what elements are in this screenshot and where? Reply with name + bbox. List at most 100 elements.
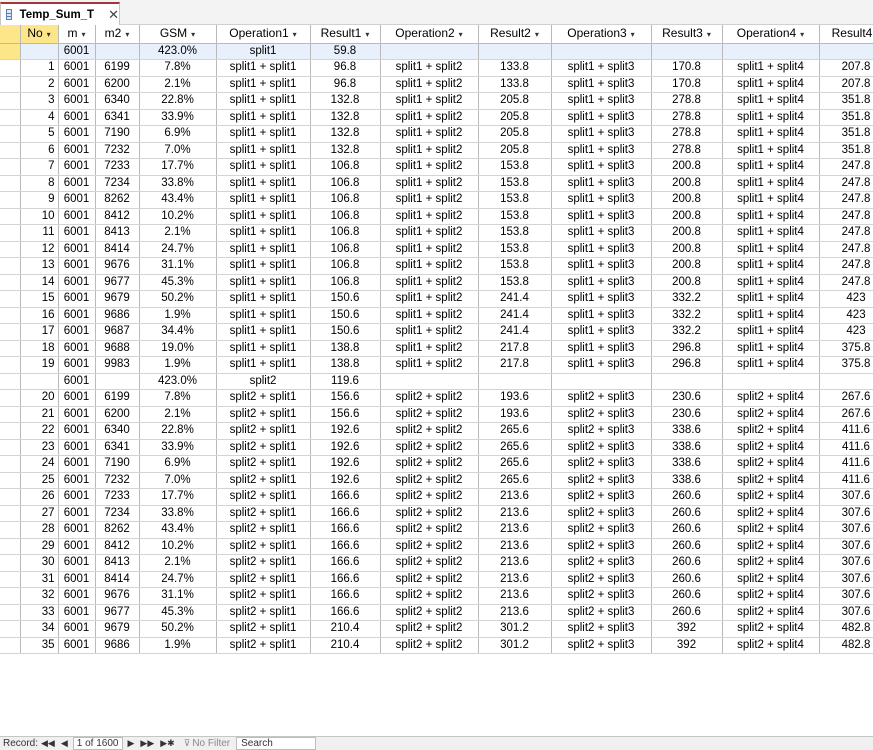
table-row[interactable]: 22 6001 6340 22.8% split2 + split1 192.6 split… xyxy=(0,422,873,440)
cell-no[interactable]: 32 xyxy=(20,587,59,605)
cell-r4[interactable]: 411.6 xyxy=(819,422,873,440)
cell-m[interactable]: 6001 xyxy=(58,455,96,473)
cell-op2[interactable]: split2 + split2 xyxy=(380,571,479,588)
sort-filter-dropdown-icon[interactable]: ▾ xyxy=(459,30,463,39)
cell-r1[interactable]: 192.6 xyxy=(310,422,381,440)
cell-r1[interactable]: 150.6 xyxy=(310,323,381,341)
cell-op1[interactable]: split2 + split1 xyxy=(216,521,311,539)
cell-r3[interactable] xyxy=(651,373,723,390)
cell-op1[interactable]: split1 + split1 xyxy=(216,257,311,275)
next-record-button[interactable]: ▶ xyxy=(128,738,135,749)
cell-op1[interactable]: split2 + split1 xyxy=(216,587,311,605)
cell-no[interactable]: 35 xyxy=(20,637,59,654)
cell-gsm[interactable]: 45.3% xyxy=(139,274,217,291)
cell-r2[interactable]: 133.8 xyxy=(478,59,552,77)
column-header-op1[interactable]: Operation1 ▾ xyxy=(216,25,311,44)
cell-r2[interactable]: 265.6 xyxy=(478,455,552,473)
record-selector[interactable] xyxy=(0,323,21,341)
record-selector[interactable] xyxy=(0,472,21,489)
cell-op1[interactable]: split1 xyxy=(216,43,311,60)
cell-r1[interactable]: 106.8 xyxy=(310,175,381,192)
cell-op1[interactable]: split2 + split1 xyxy=(216,406,311,423)
cell-op3[interactable]: split1 + split3 xyxy=(551,76,652,93)
cell-op3[interactable]: split2 + split3 xyxy=(551,521,652,539)
record-position-input[interactable]: 1 of 1600 xyxy=(72,737,123,750)
cell-op2[interactable]: split2 + split2 xyxy=(380,472,479,489)
cell-m[interactable]: 6001 xyxy=(58,257,96,275)
cell-r4[interactable]: 411.6 xyxy=(819,455,873,473)
cell-r1[interactable]: 166.6 xyxy=(310,538,381,555)
cell-r3[interactable]: 260.6 xyxy=(651,554,723,572)
cell-r3[interactable]: 332.2 xyxy=(651,307,723,324)
cell-gsm[interactable]: 45.3% xyxy=(139,604,217,621)
last-record-button[interactable]: ▶▶ xyxy=(140,738,154,749)
cell-m[interactable]: 6001 xyxy=(58,356,96,374)
cell-m[interactable]: 6001 xyxy=(58,472,96,489)
cell-no[interactable]: 8 xyxy=(20,175,59,192)
cell-op4[interactable] xyxy=(722,43,820,60)
cell-op1[interactable]: split1 + split1 xyxy=(216,92,311,110)
cell-r3[interactable]: 260.6 xyxy=(651,604,723,621)
record-selector[interactable] xyxy=(0,422,21,440)
record-selector[interactable] xyxy=(0,109,21,126)
cell-r3[interactable]: 260.6 xyxy=(651,488,723,506)
cell-op1[interactable]: split2 + split1 xyxy=(216,439,311,456)
cell-op3[interactable] xyxy=(551,373,652,390)
cell-r3[interactable]: 200.8 xyxy=(651,158,723,176)
column-header-r2[interactable]: Result2 ▾ xyxy=(478,25,552,44)
cell-r4[interactable] xyxy=(819,373,873,390)
cell-no[interactable]: 7 xyxy=(20,158,59,176)
table-row[interactable]: 27 6001 7234 33.8% split2 + split1 166.6 split… xyxy=(0,505,873,522)
sort-filter-dropdown-icon[interactable]: ▾ xyxy=(707,30,711,39)
cell-gsm[interactable]: 22.8% xyxy=(139,422,217,440)
cell-gsm[interactable]: 1.9% xyxy=(139,356,217,374)
cell-no[interactable] xyxy=(20,43,59,60)
table-row[interactable]: 32 6001 9676 31.1% split2 + split1 166.6 split… xyxy=(0,587,873,605)
record-selector[interactable] xyxy=(0,571,21,588)
cell-r4[interactable]: 247.8 xyxy=(819,158,873,176)
cell-r3[interactable]: 296.8 xyxy=(651,340,723,357)
cell-op3[interactable]: split2 + split3 xyxy=(551,587,652,605)
cell-m[interactable]: 6001 xyxy=(58,274,96,291)
table-row[interactable]: 26 6001 7233 17.7% split2 + split1 166.6 split… xyxy=(0,488,873,506)
cell-m[interactable]: 6001 xyxy=(58,224,96,242)
cell-r4[interactable]: 267.6 xyxy=(819,406,873,423)
cell-r3[interactable]: 260.6 xyxy=(651,571,723,588)
cell-no[interactable]: 1 xyxy=(20,59,59,77)
cell-no[interactable]: 25 xyxy=(20,472,59,489)
column-header-gsm[interactable]: GSM ▾ xyxy=(139,25,217,44)
cell-m2[interactable]: 6340 xyxy=(95,422,140,440)
cell-op1[interactable]: split1 + split1 xyxy=(216,109,311,126)
cell-m2[interactable]: 6340 xyxy=(95,92,140,110)
cell-op4[interactable]: split2 + split4 xyxy=(722,554,820,572)
cell-gsm[interactable]: 1.9% xyxy=(139,307,217,324)
table-row[interactable]: 4 6001 6341 33.9% split1 + split1 132.8 split1… xyxy=(0,109,873,126)
cell-op1[interactable]: split2 + split1 xyxy=(216,455,311,473)
cell-r3[interactable]: 392 xyxy=(651,637,723,654)
cell-op2[interactable]: split1 + split2 xyxy=(380,208,479,225)
record-selector[interactable] xyxy=(0,554,21,572)
cell-m2[interactable]: 9983 xyxy=(95,356,140,374)
cell-op4[interactable]: split2 + split4 xyxy=(722,620,820,638)
cell-op4[interactable]: split2 + split4 xyxy=(722,604,820,621)
cell-op3[interactable] xyxy=(551,43,652,60)
cell-m2[interactable]: 7233 xyxy=(95,158,140,176)
cell-no[interactable]: 19 xyxy=(20,356,59,374)
table-row[interactable]: 17 6001 9687 34.4% split1 + split1 150.6 split… xyxy=(0,323,873,341)
table-row[interactable]: 15 6001 9679 50.2% split1 + split1 150.6 split… xyxy=(0,290,873,308)
cell-r3[interactable]: 332.2 xyxy=(651,290,723,308)
cell-r3[interactable]: 260.6 xyxy=(651,587,723,605)
record-selector[interactable] xyxy=(0,637,21,654)
cell-m[interactable]: 6001 xyxy=(58,307,96,324)
cell-r4[interactable]: 247.8 xyxy=(819,241,873,258)
cell-r1[interactable]: 210.4 xyxy=(310,620,381,638)
cell-op1[interactable]: split2 + split1 xyxy=(216,538,311,555)
table-row[interactable]: 19 6001 9983 1.9% split1 + split1 138.8 split1… xyxy=(0,356,873,374)
cell-op2[interactable]: split2 + split2 xyxy=(380,505,479,522)
cell-r4[interactable]: 307.6 xyxy=(819,554,873,572)
cell-m2[interactable]: 6199 xyxy=(95,59,140,77)
cell-r3[interactable]: 296.8 xyxy=(651,356,723,374)
cell-r2[interactable]: 301.2 xyxy=(478,637,552,654)
cell-m[interactable]: 6001 xyxy=(58,571,96,588)
cell-gsm[interactable]: 50.2% xyxy=(139,620,217,638)
